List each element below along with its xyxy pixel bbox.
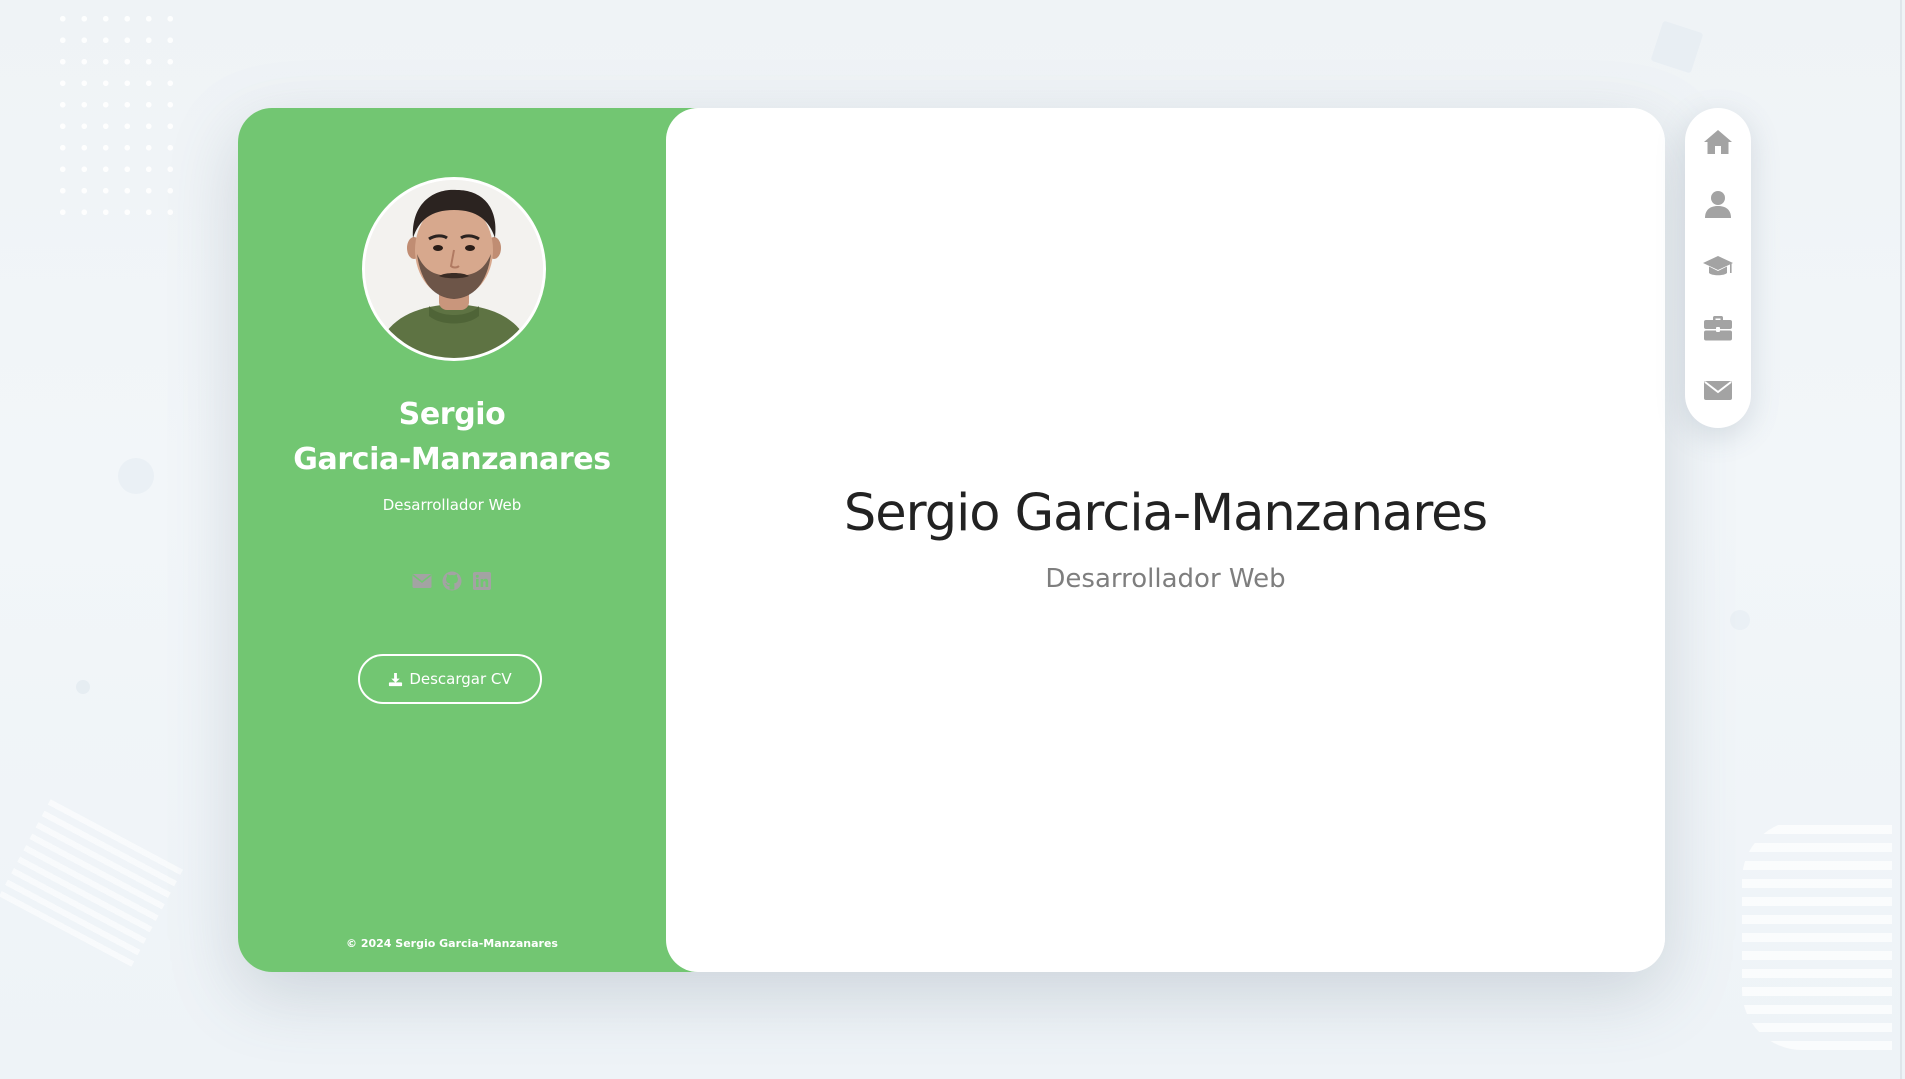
nav-item-contact[interactable]	[1698, 370, 1738, 410]
home-icon	[1704, 130, 1732, 154]
social-links	[238, 571, 666, 591]
graduation-cap-icon	[1703, 256, 1733, 276]
envelope-icon	[1704, 381, 1732, 400]
envelope-icon	[412, 574, 432, 588]
background-stripes	[0, 799, 184, 967]
nav-item-about[interactable]	[1698, 184, 1738, 224]
user-icon	[1705, 191, 1731, 218]
nav-item-education[interactable]	[1698, 246, 1738, 286]
github-icon	[442, 571, 462, 591]
avatar	[362, 177, 546, 361]
background-circle	[1730, 610, 1750, 630]
nav-item-home[interactable]	[1698, 122, 1738, 162]
github-link[interactable]	[442, 571, 462, 591]
profile-sidebar: Sergio Garcia-Manzanares Desarrollador W…	[238, 108, 698, 972]
sidebar-name-last: Garcia-Manzanares	[293, 442, 611, 477]
linkedin-icon	[473, 572, 491, 590]
linkedin-link[interactable]	[472, 571, 492, 591]
sidebar-role: Desarrollador Web	[382, 496, 522, 514]
nav-item-experience[interactable]	[1698, 308, 1738, 348]
window-scrollbar[interactable]	[1900, 0, 1902, 1079]
copyright-text: © 2024 Sergio Garcia-Manzanares	[346, 937, 558, 950]
background-circle	[118, 458, 154, 494]
email-link[interactable]	[412, 571, 432, 591]
hero-subtitle: Desarrollador Web	[1045, 564, 1286, 594]
background-square	[1650, 20, 1704, 74]
download-cv-button[interactable]: Descargar CV	[358, 654, 542, 704]
main-content: Sergio Garcia-Manzanares Desarrollador W…	[666, 108, 1665, 972]
briefcase-icon	[1704, 316, 1732, 341]
side-navigation	[1685, 108, 1751, 428]
sidebar-name: Sergio Garcia-Manzanares	[238, 392, 666, 482]
background-stripes	[1742, 820, 1892, 1050]
background-circle	[76, 680, 90, 694]
download-icon	[389, 672, 403, 686]
download-cv-label: Descargar CV	[409, 670, 512, 688]
profile-card: Sergio Garcia-Manzanares Desarrollador W…	[238, 108, 1665, 972]
avatar-photo	[365, 180, 543, 358]
background-dot-pattern	[52, 8, 180, 223]
sidebar-name-first: Sergio	[398, 397, 506, 432]
hero-title: Sergio Garcia-Manzanares	[843, 484, 1488, 543]
